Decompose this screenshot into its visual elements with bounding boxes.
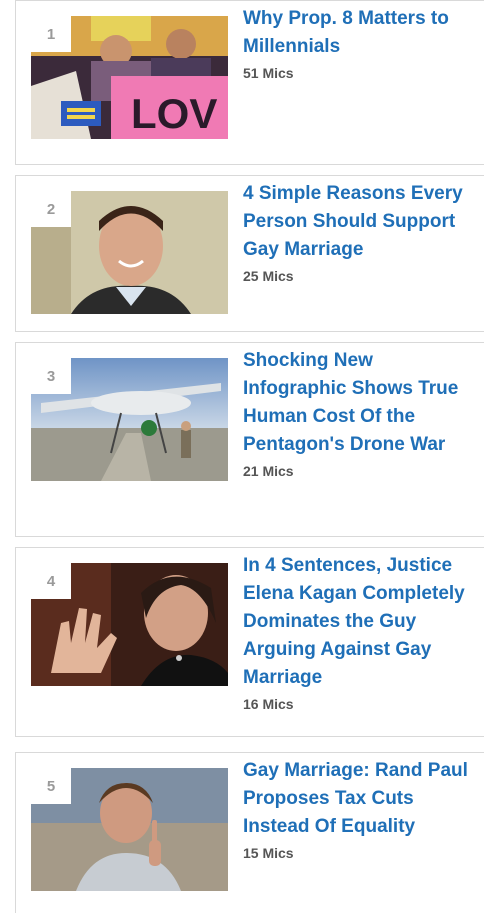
rank-badge: 1 xyxy=(31,16,71,52)
rank-badge: 3 xyxy=(31,358,71,394)
article-title-link[interactable]: Gay Marriage: Rand Paul Proposes Tax Cut… xyxy=(243,757,475,841)
mics-count: 51 Mics xyxy=(243,65,294,81)
list-item[interactable]: 5 Gay Marriage: Rand Paul Proposes Tax C… xyxy=(15,752,484,913)
rank-badge: 4 xyxy=(31,563,71,599)
article-thumbnail[interactable]: 5 xyxy=(31,768,228,891)
article-thumbnail[interactable]: LOV 1 xyxy=(31,16,228,139)
svg-text:LOV: LOV xyxy=(131,90,217,137)
article-title-link[interactable]: Why Prop. 8 Matters to Millennials xyxy=(243,5,475,61)
list-item[interactable]: 2 4 Simple Reasons Every Person Should S… xyxy=(15,175,484,332)
mics-count: 16 Mics xyxy=(243,696,294,712)
article-title-link[interactable]: In 4 Sentences, Justice Elena Kagan Comp… xyxy=(243,552,475,692)
article-title-link[interactable]: 4 Simple Reasons Every Person Should Sup… xyxy=(243,180,475,264)
rank-badge: 5 xyxy=(31,768,71,804)
article-thumbnail[interactable]: 2 xyxy=(31,191,228,314)
mics-count: 21 Mics xyxy=(243,463,294,479)
list-item[interactable]: 4 In 4 Sentences, Justice Elena Kagan Co… xyxy=(15,547,484,737)
most-popular-list: LOV 1 Why Prop. 8 Matters to Millennials… xyxy=(0,0,484,913)
article-title-link[interactable]: Shocking New Infographic Shows True Huma… xyxy=(243,347,475,459)
mics-count: 15 Mics xyxy=(243,845,294,861)
article-thumbnail[interactable]: 4 xyxy=(31,563,228,686)
list-item[interactable]: LOV 1 Why Prop. 8 Matters to Millennials… xyxy=(15,0,484,165)
list-item[interactable]: 3 Shocking New Infographic Shows True Hu… xyxy=(15,342,484,537)
mics-count: 25 Mics xyxy=(243,268,294,284)
article-thumbnail[interactable]: 3 xyxy=(31,358,228,481)
rank-badge: 2 xyxy=(31,191,71,227)
